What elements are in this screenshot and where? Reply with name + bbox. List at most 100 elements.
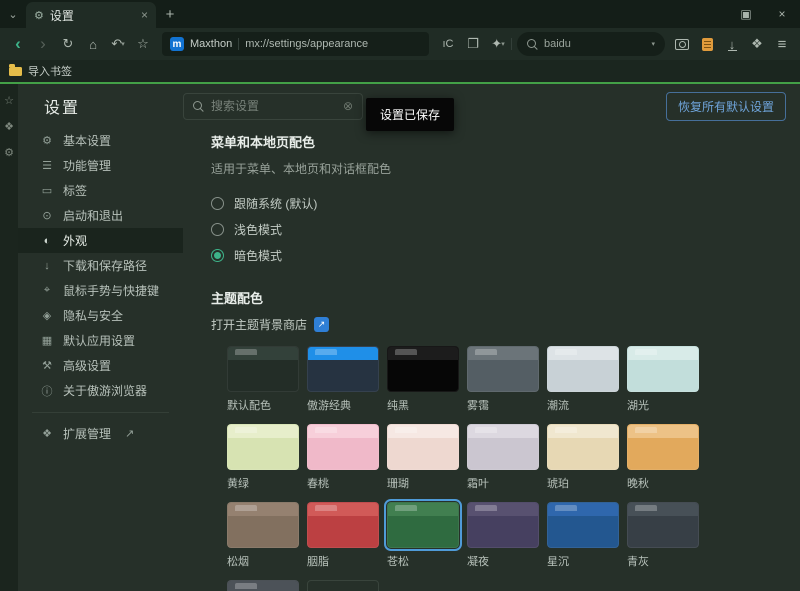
extensions-icon[interactable]: ❖	[4, 120, 14, 133]
theme-card[interactable]: 凝夜	[467, 502, 539, 569]
sidebar-item-advanced[interactable]: ⚒ 高级设置	[18, 353, 183, 378]
sidebar-item-gestures[interactable]: ⌖ 鼠标手势与快捷键	[18, 278, 183, 303]
theme-card[interactable]: 霜叶	[467, 424, 539, 491]
tab-list-button[interactable]: ⌄	[0, 0, 26, 28]
add-theme-card[interactable]: +	[307, 580, 379, 591]
snapshot-camera-icon[interactable]	[670, 32, 694, 56]
theme-thumbnail[interactable]	[227, 580, 299, 591]
split-screen-icon[interactable]: ❐	[461, 32, 485, 56]
theme-store-icon[interactable]: ↗	[314, 317, 329, 332]
sidebar-item-download-path[interactable]: ↓ 下载和保存路径	[18, 253, 183, 278]
theme-thumbnail[interactable]	[467, 502, 539, 548]
radio-icon[interactable]	[211, 223, 224, 236]
sidebar-item-default-apps[interactable]: ▦ 默认应用设置	[18, 328, 183, 353]
theme-card[interactable]: 苍松	[387, 502, 459, 569]
back-icon[interactable]: ‹	[6, 32, 30, 56]
sidebar-item-extensions[interactable]: ❖ 扩展管理 ↗	[18, 421, 183, 446]
theme-thumbnail[interactable]	[307, 424, 379, 470]
theme-card[interactable]: 雾霭	[467, 346, 539, 413]
theme-card[interactable]: 青灰	[627, 502, 699, 569]
radio-option[interactable]: 跟随系统 (默认)	[211, 190, 800, 216]
theme-card[interactable]: 纯黑	[387, 346, 459, 413]
edge-sidebar: ☆ ❖ ⚙	[0, 84, 18, 591]
theme-name: 潮流	[547, 397, 619, 413]
theme-thumbnail[interactable]	[467, 424, 539, 470]
undo-icon[interactable]: ↶▾	[106, 32, 130, 56]
open-theme-store-link[interactable]: 打开主题背景商店 ↗	[211, 316, 800, 333]
settings-search-input[interactable]	[211, 99, 336, 113]
sidebar-item-about[interactable]: ⓘ 关于傲游浏览器	[18, 378, 183, 403]
theme-thumbnail[interactable]	[547, 502, 619, 548]
theme-thumbnail[interactable]	[307, 502, 379, 548]
radio-icon[interactable]	[211, 249, 224, 262]
theme-card[interactable]: 胭脂	[307, 502, 379, 569]
theme-card[interactable]: 黄绿	[227, 424, 299, 491]
new-tab-button[interactable]: +	[156, 0, 184, 28]
theme-grid: 默认配色 傲游经典 纯黑 雾霭 潮流 湖光	[227, 346, 800, 591]
theme-thumbnail[interactable]	[227, 502, 299, 548]
theme-card[interactable]: 星沉	[547, 502, 619, 569]
download-icon[interactable]: ↓	[720, 32, 744, 56]
theme-thumbnail[interactable]	[387, 502, 459, 548]
theme-card[interactable]: 默认配色	[227, 346, 299, 413]
theme-thumbnail[interactable]	[387, 424, 459, 470]
restore-defaults-button[interactable]: 恢复所有默认设置	[666, 92, 786, 121]
theme-thumbnail[interactable]	[307, 346, 379, 392]
theme-card[interactable]: 傲游经典	[307, 346, 379, 413]
theme-card[interactable]: 晚秋	[627, 424, 699, 491]
url-text[interactable]: mx://settings/appearance	[245, 38, 421, 50]
theme-card[interactable]: 珊瑚	[387, 424, 459, 491]
theme-thumbnail[interactable]	[627, 502, 699, 548]
theme-card[interactable]: 琥珀	[547, 424, 619, 491]
theme-thumbnail[interactable]	[547, 424, 619, 470]
sidebar-item-features[interactable]: ☰ 功能管理	[18, 153, 183, 178]
extensions-puzzle-icon[interactable]: ❖	[745, 32, 769, 56]
sidebar-item-basic[interactable]: ⚙ 基本设置	[18, 128, 183, 153]
theme-card[interactable]: 潮流	[547, 346, 619, 413]
sidebar-item-icon: ◈	[40, 309, 54, 322]
sidebar-item-startup[interactable]: ⊙ 启动和退出	[18, 203, 183, 228]
window-panel-icon[interactable]: ▣	[728, 0, 764, 28]
notes-doc-icon[interactable]	[695, 32, 719, 56]
theme-thumbnail[interactable]	[467, 346, 539, 392]
theme-card[interactable]: 春桃	[307, 424, 379, 491]
browser-tab-settings[interactable]: ⚙ 设置 ×	[26, 2, 156, 28]
settings-search-box[interactable]: ⊗	[183, 93, 363, 120]
theme-tab-swatch	[635, 427, 657, 433]
chevron-down-icon[interactable]: ▾	[651, 40, 655, 48]
notes-icon[interactable]: ıC	[436, 32, 460, 56]
theme-thumbnail[interactable]	[387, 346, 459, 392]
sidebar-item-icon: ▭	[40, 184, 54, 197]
add-theme-thumbnail[interactable]: +	[307, 580, 379, 591]
window-close-button[interactable]: ×	[764, 0, 800, 28]
sidebar-item-privacy[interactable]: ◈ 隐私与安全	[18, 303, 183, 328]
quick-search-box[interactable]: baidu ▾	[517, 32, 665, 56]
theme-card[interactable]: 暗夜	[227, 580, 299, 591]
refresh-icon[interactable]: ↻	[56, 32, 80, 56]
main-menu-icon[interactable]: ≡	[770, 32, 794, 56]
theme-thumbnail[interactable]	[627, 346, 699, 392]
theme-tab-swatch	[395, 349, 417, 355]
sidebar-item-appearance[interactable]: ◐ 外观	[18, 228, 183, 253]
home-icon[interactable]: ⌂	[81, 32, 105, 56]
forward-icon[interactable]: ›	[31, 32, 55, 56]
address-bar[interactable]: m Maxthon mx://settings/appearance	[162, 32, 429, 56]
radio-option[interactable]: 暗色模式	[211, 242, 800, 268]
tab-title: 设置	[50, 7, 135, 24]
sidebar-settings-icon[interactable]: ⚙	[4, 146, 14, 159]
theme-card[interactable]: 湖光	[627, 346, 699, 413]
theme-thumbnail[interactable]	[227, 346, 299, 392]
clear-search-icon[interactable]: ⊗	[343, 99, 353, 113]
skins-icon[interactable]: ✦▾	[486, 32, 510, 56]
radio-icon[interactable]	[211, 197, 224, 210]
tab-close-icon[interactable]: ×	[141, 8, 148, 22]
theme-card[interactable]: 松烟	[227, 502, 299, 569]
favorite-star-icon[interactable]: ☆	[131, 32, 155, 56]
theme-thumbnail[interactable]	[627, 424, 699, 470]
import-bookmarks-item[interactable]: 导入书签	[28, 63, 72, 79]
favorites-star-icon[interactable]: ☆	[4, 94, 14, 107]
sidebar-item-tabs[interactable]: ▭ 标签	[18, 178, 183, 203]
theme-thumbnail[interactable]	[227, 424, 299, 470]
radio-option[interactable]: 浅色模式	[211, 216, 800, 242]
theme-thumbnail[interactable]	[547, 346, 619, 392]
